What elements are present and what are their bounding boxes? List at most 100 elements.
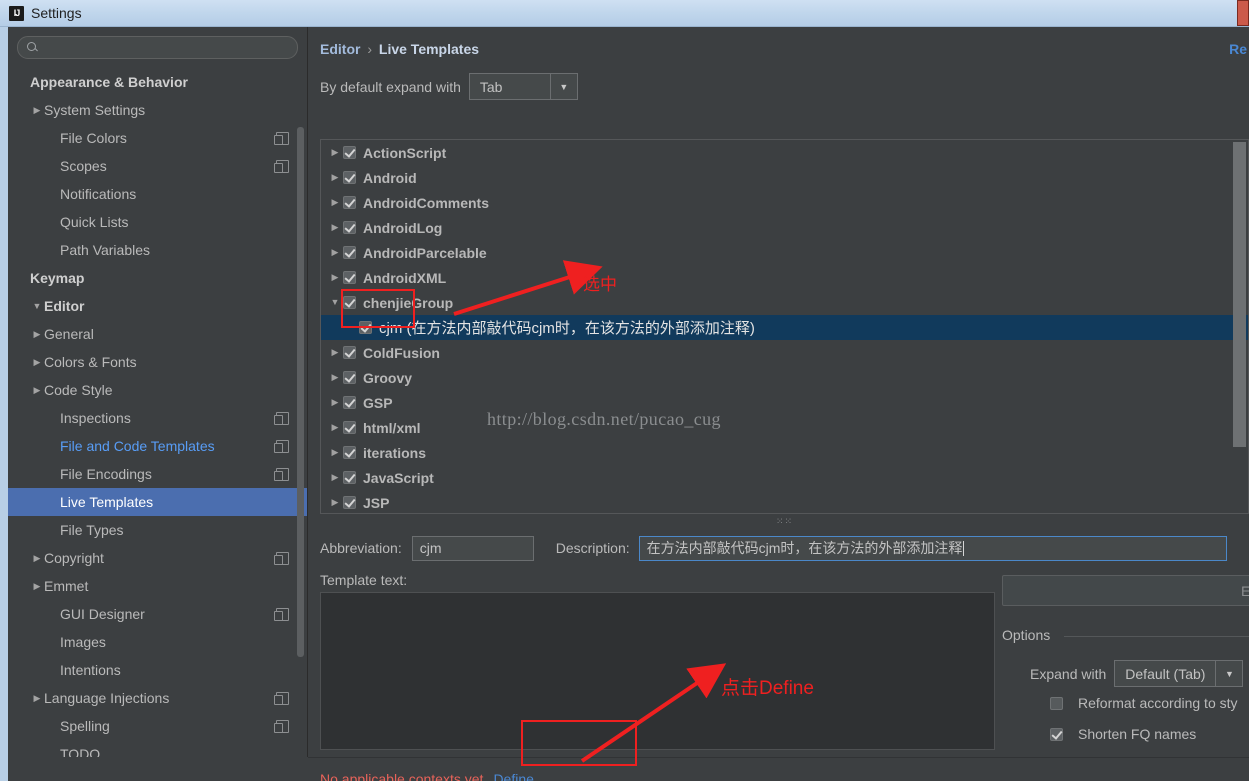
expand-with-combo[interactable]: Default (Tab) ▼ bbox=[1114, 660, 1244, 687]
template-enabled-checkbox[interactable] bbox=[343, 496, 356, 509]
template-enabled-checkbox[interactable] bbox=[343, 296, 356, 309]
sidebar-item-notifications[interactable]: Notifications bbox=[8, 180, 307, 208]
copy-settings-icon[interactable] bbox=[274, 132, 289, 145]
chevron-right-icon[interactable]: ▶ bbox=[30, 357, 44, 367]
template-group-row[interactable]: cjm (在方法内部敲代码cjm时，在该方法的外部添加注释) bbox=[321, 315, 1248, 340]
chevron-right-icon[interactable]: ▶ bbox=[30, 693, 44, 703]
copy-settings-icon[interactable] bbox=[274, 720, 289, 733]
template-group-row[interactable]: ▶ AndroidParcelable bbox=[321, 240, 1248, 265]
abbreviation-input[interactable]: cjm bbox=[411, 535, 534, 561]
sidebar-item-gui-designer[interactable]: GUI Designer bbox=[8, 600, 307, 628]
template-enabled-checkbox[interactable] bbox=[343, 346, 356, 359]
chevron-right-icon[interactable]: ▶ bbox=[327, 223, 343, 232]
sidebar-item-system-settings[interactable]: ▶ System Settings bbox=[8, 96, 307, 124]
sidebar-item-inspections[interactable]: Inspections bbox=[8, 404, 307, 432]
chevron-right-icon[interactable]: ▶ bbox=[327, 473, 343, 482]
chevron-right-icon[interactable]: ▶ bbox=[327, 148, 343, 157]
chevron-right-icon[interactable]: ▶ bbox=[327, 423, 343, 432]
copy-settings-icon[interactable] bbox=[274, 440, 289, 453]
description-input[interactable]: 在方法内部敲代码cjm时，在该方法的外部添加注释 bbox=[638, 535, 1227, 561]
sidebar-item-editor[interactable]: ▼ Editor bbox=[8, 292, 307, 320]
template-enabled-checkbox[interactable] bbox=[343, 171, 356, 184]
template-group-row[interactable]: ▶ iterations bbox=[321, 440, 1248, 465]
template-enabled-checkbox[interactable] bbox=[343, 396, 356, 409]
sidebar-item-appearance-behavior[interactable]: Appearance & Behavior bbox=[8, 68, 307, 96]
sidebar-item-images[interactable]: Images bbox=[8, 628, 307, 656]
template-group-row[interactable]: ▶ ActionScript bbox=[321, 140, 1248, 165]
sidebar-item-code-style[interactable]: ▶ Code Style bbox=[8, 376, 307, 404]
shorten-fq-checkbox[interactable] bbox=[1050, 727, 1063, 741]
default-expand-combo[interactable]: Tab ▼ bbox=[468, 73, 578, 100]
chevron-right-icon[interactable]: ▶ bbox=[30, 105, 44, 115]
template-enabled-checkbox[interactable] bbox=[359, 321, 372, 334]
sidebar-item-file-and-code-templates[interactable]: File and Code Templates bbox=[8, 432, 307, 460]
chevron-right-icon[interactable]: ▶ bbox=[327, 273, 343, 282]
template-enabled-checkbox[interactable] bbox=[343, 471, 356, 484]
chevron-right-icon[interactable]: ▶ bbox=[327, 448, 343, 457]
template-group-row[interactable]: ▶ ColdFusion bbox=[321, 340, 1248, 365]
panel-splitter[interactable]: ⁙⁙ bbox=[320, 514, 1249, 526]
chevron-right-icon[interactable]: ▶ bbox=[327, 498, 343, 507]
shorten-fq-checkbox-row[interactable]: Shorten FQ names bbox=[1050, 726, 1196, 742]
template-enabled-checkbox[interactable] bbox=[343, 421, 356, 434]
reset-link[interactable]: Re bbox=[1229, 41, 1247, 57]
template-group-row[interactable]: ▶ html/xml bbox=[321, 415, 1248, 440]
template-enabled-checkbox[interactable] bbox=[343, 196, 356, 209]
chevron-right-icon[interactable]: ▶ bbox=[327, 173, 343, 182]
sidebar-item-spelling[interactable]: Spelling bbox=[8, 712, 307, 740]
template-group-row[interactable]: ▶ AndroidLog bbox=[321, 215, 1248, 240]
search-input[interactable] bbox=[39, 39, 289, 56]
sidebar-item-colors-fonts[interactable]: ▶ Colors & Fonts bbox=[8, 348, 307, 376]
search-box[interactable] bbox=[17, 36, 298, 59]
copy-settings-icon[interactable] bbox=[274, 160, 289, 173]
breadcrumb-parent[interactable]: Editor bbox=[320, 41, 360, 57]
sidebar-item-file-colors[interactable]: File Colors bbox=[8, 124, 307, 152]
chevron-right-icon[interactable]: ▶ bbox=[327, 198, 343, 207]
template-group-row[interactable]: ▶ AndroidXML bbox=[321, 265, 1248, 290]
sidebar-item-intentions[interactable]: Intentions bbox=[8, 656, 307, 684]
template-enabled-checkbox[interactable] bbox=[343, 371, 356, 384]
templates-scrollbar[interactable] bbox=[1233, 142, 1246, 447]
sidebar-item-quick-lists[interactable]: Quick Lists bbox=[8, 208, 307, 236]
chevron-right-icon[interactable]: ▶ bbox=[30, 385, 44, 395]
close-icon[interactable] bbox=[1237, 0, 1249, 26]
edit-variables-button[interactable]: Edit variables bbox=[1002, 575, 1249, 606]
template-group-row[interactable]: ▶ GSP bbox=[321, 390, 1248, 415]
chevron-right-icon[interactable]: ▶ bbox=[327, 398, 343, 407]
reformat-checkbox[interactable] bbox=[1050, 696, 1063, 710]
template-enabled-checkbox[interactable] bbox=[343, 146, 356, 159]
chevron-right-icon[interactable]: ▶ bbox=[327, 248, 343, 257]
sidebar-item-path-variables[interactable]: Path Variables bbox=[8, 236, 307, 264]
sidebar-item-general[interactable]: ▶ General bbox=[8, 320, 307, 348]
sidebar-item-file-types[interactable]: File Types bbox=[8, 516, 307, 544]
sidebar-item-language-injections[interactable]: ▶ Language Injections bbox=[8, 684, 307, 712]
chevron-down-icon[interactable]: ▼ bbox=[30, 301, 44, 311]
sidebar-item-file-encodings[interactable]: File Encodings bbox=[8, 460, 307, 488]
chevron-right-icon[interactable]: ▶ bbox=[327, 348, 343, 357]
chevron-down-icon[interactable]: ▼ bbox=[1215, 661, 1243, 686]
chevron-down-icon[interactable]: ▼ bbox=[327, 298, 343, 307]
copy-settings-icon[interactable] bbox=[274, 608, 289, 621]
reformat-checkbox-row[interactable]: Reformat according to sty bbox=[1050, 695, 1238, 711]
chevron-down-icon[interactable]: ▼ bbox=[549, 74, 577, 99]
sidebar-item-scopes[interactable]: Scopes bbox=[8, 152, 307, 180]
template-group-row[interactable]: ▶ JavaScript bbox=[321, 465, 1248, 490]
sidebar-item-keymap[interactable]: Keymap bbox=[8, 264, 307, 292]
template-enabled-checkbox[interactable] bbox=[343, 246, 356, 259]
copy-settings-icon[interactable] bbox=[274, 552, 289, 565]
define-link[interactable]: Define bbox=[493, 771, 533, 781]
chevron-right-icon[interactable]: ▶ bbox=[30, 581, 44, 591]
sidebar-scrollbar[interactable] bbox=[297, 127, 304, 657]
template-enabled-checkbox[interactable] bbox=[343, 446, 356, 459]
copy-settings-icon[interactable] bbox=[274, 692, 289, 705]
template-group-row[interactable]: ▼ chenjieGroup bbox=[321, 290, 1248, 315]
copy-settings-icon[interactable] bbox=[274, 468, 289, 481]
sidebar-item-copyright[interactable]: ▶ Copyright bbox=[8, 544, 307, 572]
chevron-right-icon[interactable]: ▶ bbox=[30, 329, 44, 339]
sidebar-item-emmet[interactable]: ▶ Emmet bbox=[8, 572, 307, 600]
template-group-row[interactable]: ▶ Groovy bbox=[321, 365, 1248, 390]
template-enabled-checkbox[interactable] bbox=[343, 221, 356, 234]
template-group-row[interactable]: ▶ AndroidComments bbox=[321, 190, 1248, 215]
copy-settings-icon[interactable] bbox=[274, 412, 289, 425]
template-group-row[interactable]: ▶ JSP bbox=[321, 490, 1248, 513]
